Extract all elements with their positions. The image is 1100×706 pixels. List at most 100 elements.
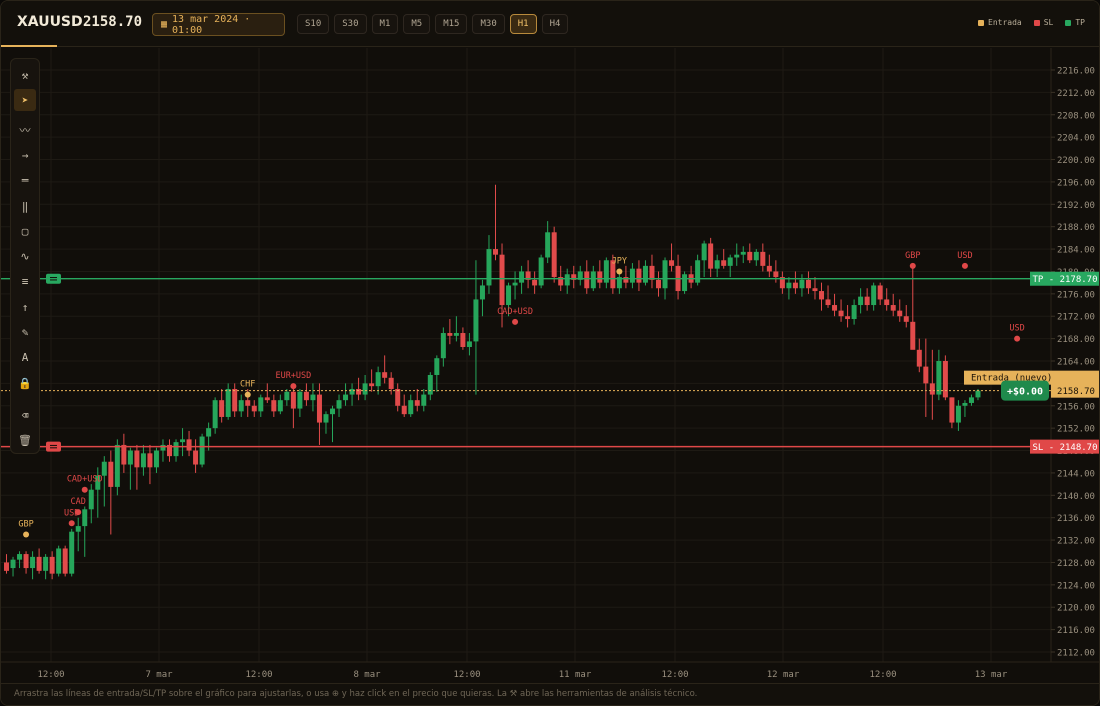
candle-body [506,285,512,306]
event-label: CAD [71,497,86,507]
timeframe-s30[interactable]: S30 [334,14,367,34]
candle-body [727,257,733,266]
candle-body [375,372,381,387]
event-dot[interactable] [512,318,519,325]
candle-body [36,556,42,571]
timeframe-m30[interactable]: M30 [472,14,505,34]
candle-body [473,299,479,342]
date-picker-button[interactable]: ▦ 13 mar 2024 · 01:00 [152,13,285,36]
text-icon[interactable]: A [14,346,36,368]
wave-icon[interactable]: ∿ [14,245,36,267]
candle-body [740,251,746,255]
event-dot[interactable] [75,509,82,516]
legend-label: SL [1043,18,1054,27]
trash-icon[interactable]: 🗑 [14,429,36,451]
event-dot[interactable] [81,486,88,493]
candle-body [212,400,218,429]
candle-body [819,291,824,300]
horizontal-lines-icon[interactable]: ═ [14,169,36,191]
price-chart[interactable]: 2216.00 2212.00 2208.00 2204.00 2200.00 2196.… [1,48,1100,683]
magnet-lock-icon[interactable]: 🔒 [14,372,36,394]
event-dot[interactable] [244,391,251,398]
candle-body [499,254,505,306]
candle-body [708,243,714,269]
candle-body [538,257,544,286]
event-dot[interactable] [909,262,916,269]
candle-body [656,279,661,289]
candle-body [316,394,322,423]
candle-body [4,562,9,571]
candle-body [180,439,186,443]
crossed-tools-icon[interactable]: ⚒ [14,64,36,86]
candle-body [343,394,349,401]
event-label: CHF [240,380,255,390]
candle-body [382,372,388,378]
candle-body [949,397,955,423]
timeframe-m15[interactable]: M15 [435,14,468,34]
event-dot[interactable] [1014,335,1021,342]
sl-drag-handle[interactable] [46,441,61,452]
pencil-icon[interactable]: ✎ [14,321,36,343]
candle-body [753,251,759,261]
legend-item-tp: TP [1065,18,1085,27]
candle-body [701,243,707,261]
pnl-badge-label: +$0.00 [1007,387,1043,398]
y-tick-label: 2144.00 [1057,469,1095,479]
candle-body [493,249,498,255]
y-tick-label: 2172.00 [1057,313,1095,323]
candle-body [238,400,244,412]
date-label: 13 mar 2024 · 01:00 [172,13,251,36]
footer-hint: Arrastra las líneas de entrada/SL/TP sob… [1,683,1099,705]
candle-body [773,271,779,278]
up-arrow-icon[interactable]: ↑ [14,296,36,318]
candle-body [160,444,166,451]
candle-body [186,439,192,451]
timeframe-m1[interactable]: M1 [371,14,399,34]
timeframe-s10[interactable]: S10 [297,14,330,34]
x-tick-label: 11 mar [559,670,592,680]
entry-price-label: 2158.70 [1057,387,1095,397]
candle-body [356,388,362,395]
y-tick-label: 2184.00 [1057,246,1095,256]
ray-arrow-icon[interactable]: → [14,144,36,166]
fib-lines-icon[interactable]: ≡ [14,270,36,292]
event-dot[interactable] [68,520,75,527]
candle-body [49,556,55,574]
candle-body [786,282,792,289]
event-dot[interactable] [961,262,968,269]
legend-swatch [978,19,984,26]
cursor-icon[interactable]: ➤ [14,89,36,111]
candle-body [486,249,492,286]
candle-body [173,442,179,457]
candle-body [942,361,948,398]
candle-body [30,556,36,569]
event-dot[interactable] [616,268,623,275]
candle-body [232,388,238,412]
candle-body [962,402,968,406]
candle-body [258,397,264,412]
event-label: EUR+USD [275,371,311,381]
candle-body [923,366,929,384]
timeframe-m5[interactable]: M5 [403,14,431,34]
current-price: 2158.70 [83,14,143,30]
vertical-lines-icon[interactable]: ‖ [14,195,36,217]
rectangle-icon[interactable]: ▢ [14,220,36,242]
symbol-label[interactable]: XAUUSD [17,14,83,30]
y-tick-label: 2112.00 [1057,649,1095,659]
eraser-icon[interactable]: ⌫ [14,404,36,426]
candle-body [584,271,590,289]
y-tick-label: 2212.00 [1057,89,1095,99]
timeframe-h4[interactable]: H4 [541,14,569,34]
event-dot[interactable] [23,531,30,538]
timeframe-h1[interactable]: H1 [509,14,537,34]
candle-body [88,489,94,510]
candle-body [395,388,401,406]
event-label: CAD+USD [497,307,533,317]
candle-body [206,428,212,437]
candle-body [290,391,296,409]
candle-body [564,274,570,286]
tp-drag-handle[interactable] [46,273,61,284]
y-tick-label: 2136.00 [1057,514,1095,524]
trend-line-icon[interactable]: 〰 [14,119,36,141]
event-dot[interactable] [290,383,297,390]
